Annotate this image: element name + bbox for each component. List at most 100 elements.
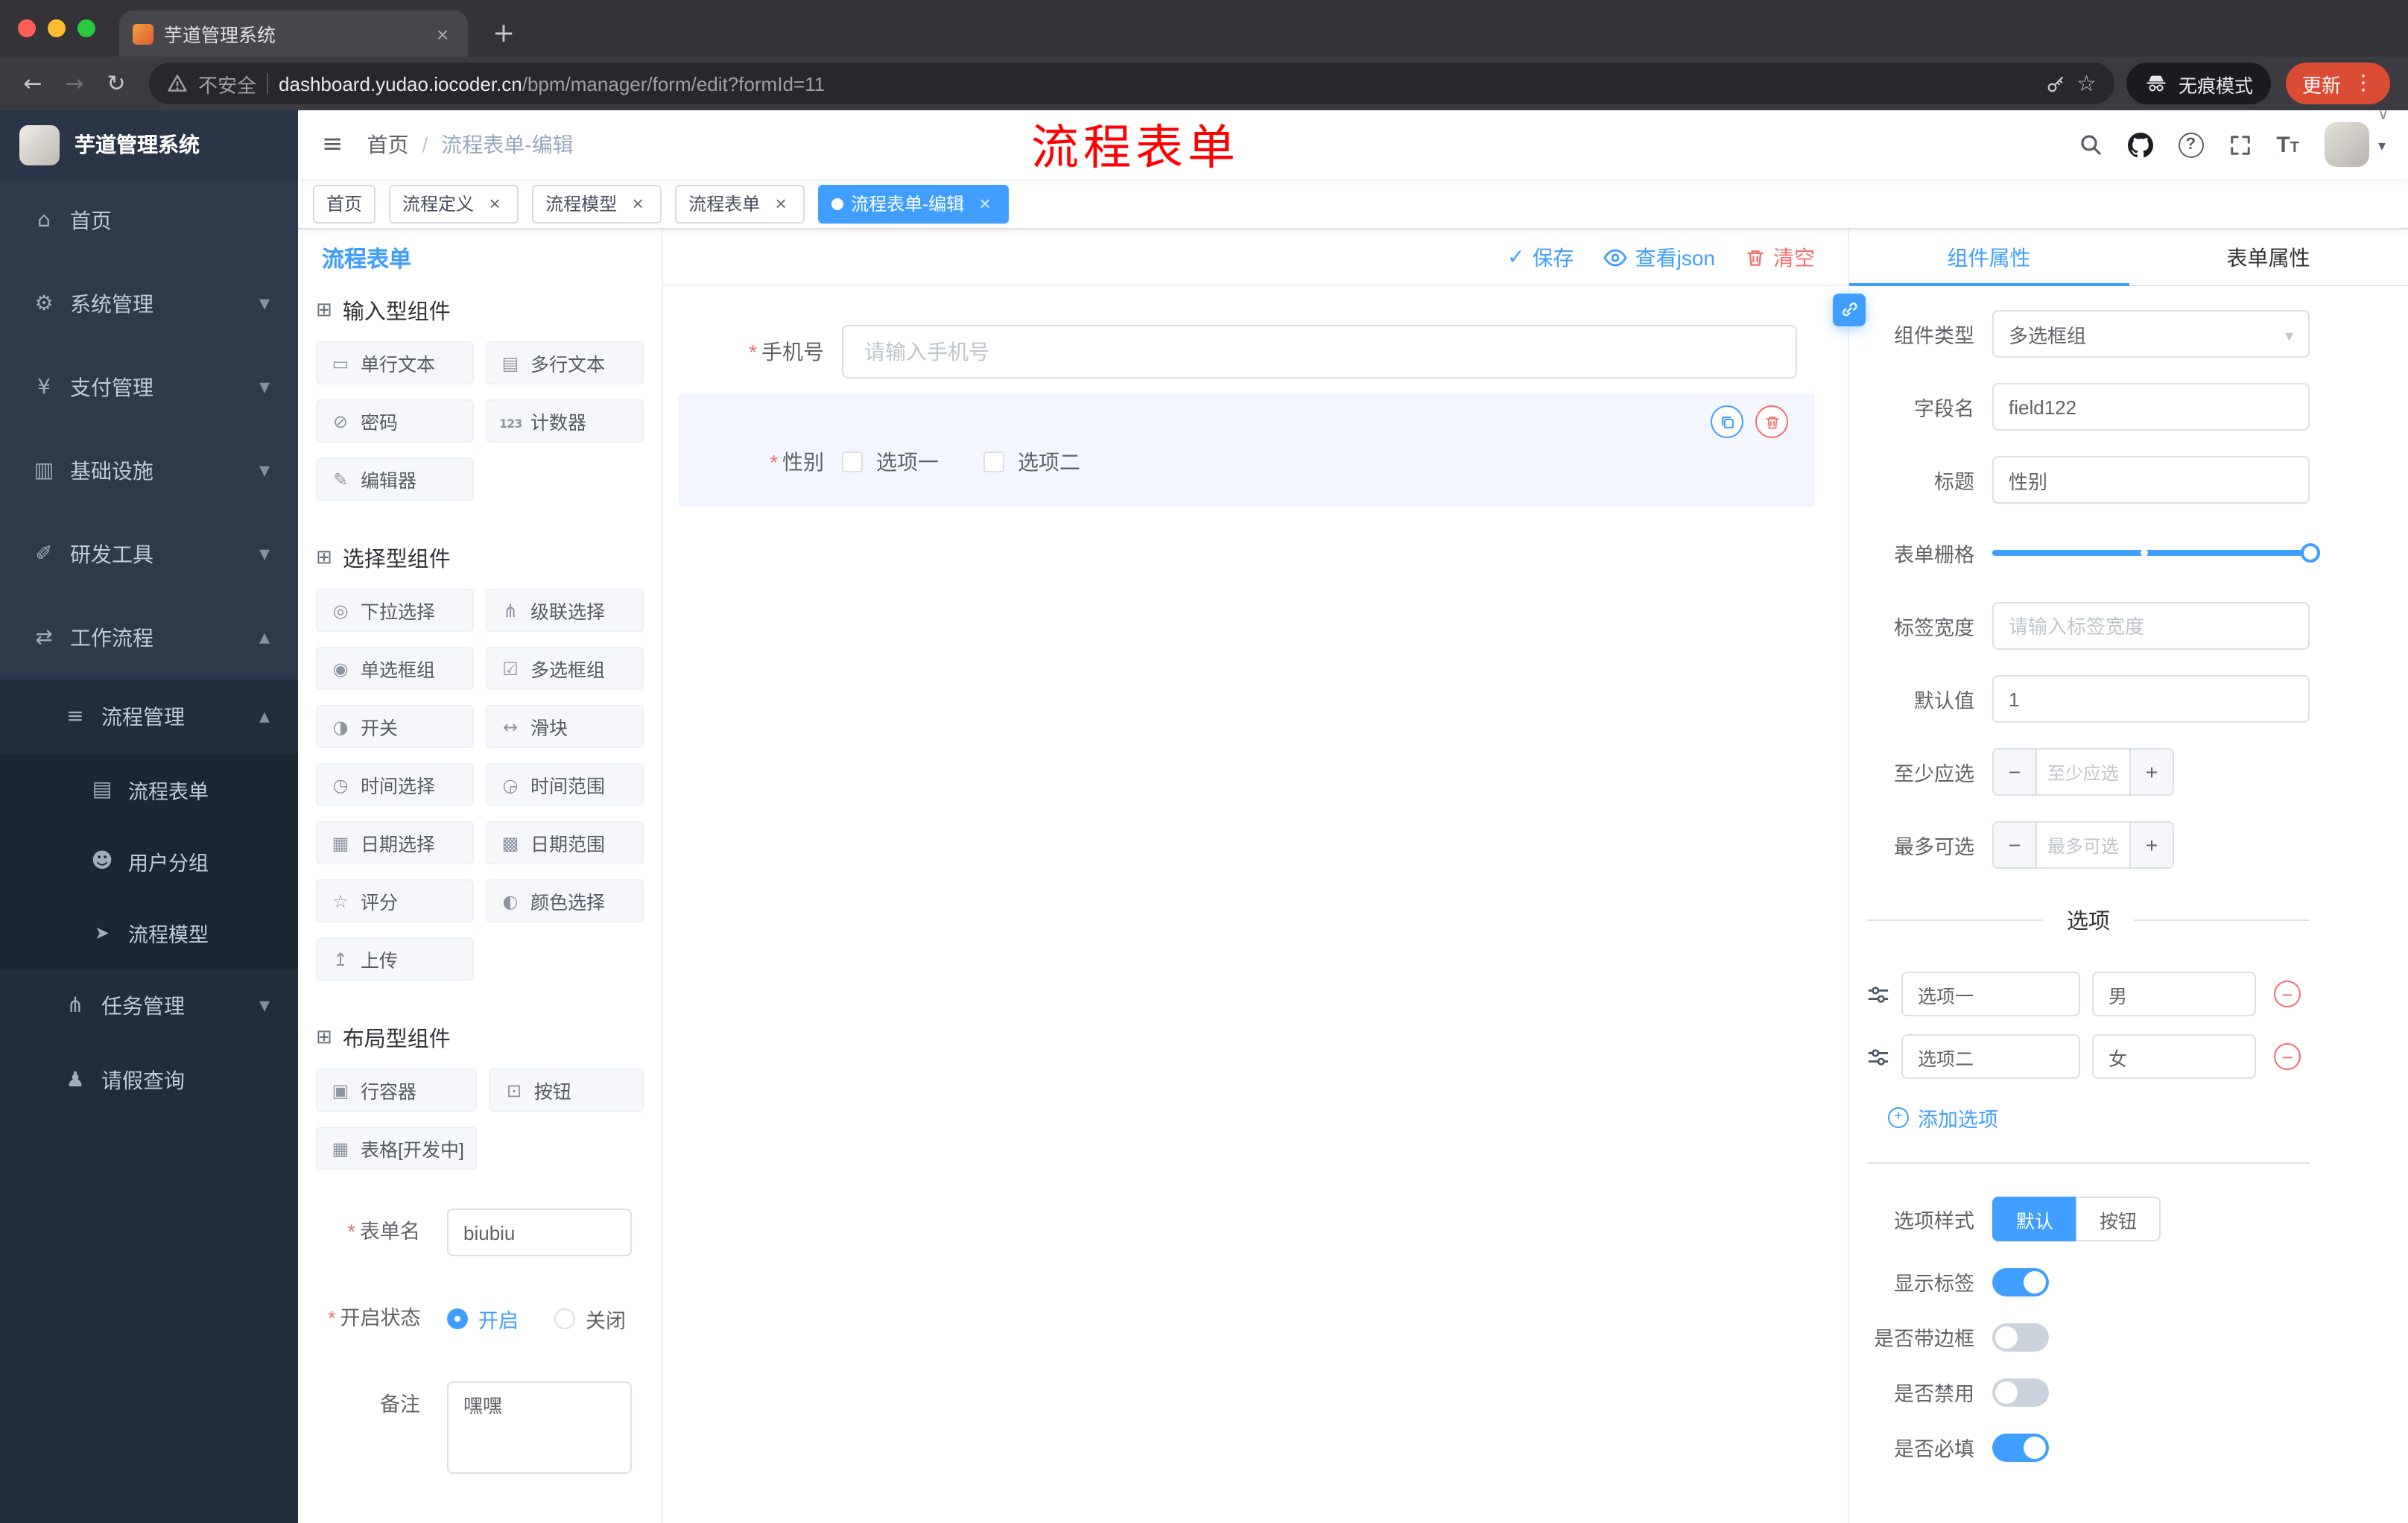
properties-body[interactable]: 组件类型 多选框组 字段名 <box>1849 286 2408 1523</box>
field-name-input[interactable] <box>1992 383 2310 431</box>
decrease-button[interactable] <box>1994 823 2037 867</box>
component-chip[interactable]: 计数器 <box>486 399 644 443</box>
browser-menu-icon[interactable] <box>2353 72 2374 95</box>
slider-handle[interactable] <box>2301 543 2320 563</box>
back-icon[interactable] <box>12 63 54 104</box>
increase-button[interactable] <box>2129 823 2173 867</box>
sidebar-item-payment[interactable]: 支付管理 <box>0 346 298 429</box>
save-button[interactable]: 保存 <box>1507 242 1574 272</box>
component-chip[interactable]: 按钮 <box>489 1068 644 1112</box>
bookmark-star-icon[interactable] <box>2076 70 2097 97</box>
component-chip[interactable]: 密码 <box>316 399 474 443</box>
canvas-body[interactable]: 手机号 <box>663 286 1848 1523</box>
breadcrumb-home[interactable]: 首页 <box>367 130 409 159</box>
security-label[interactable]: 不安全 <box>198 69 256 98</box>
component-chip[interactable]: 上传 <box>316 937 474 981</box>
search-icon[interactable] <box>2078 133 2102 156</box>
label-width-input[interactable] <box>1992 602 2310 650</box>
view-json-button[interactable]: 查看json <box>1604 242 1715 272</box>
checkbox-option-2[interactable]: 选项二 <box>983 447 1080 477</box>
disabled-toggle[interactable] <box>1992 1378 2049 1406</box>
sidebar-item-process-model[interactable]: 流程模型 <box>0 897 298 969</box>
sidebar-item-workflow[interactable]: 工作流程 <box>0 596 298 680</box>
remove-option-button[interactable] <box>2274 981 2301 1007</box>
border-toggle[interactable] <box>1992 1323 2049 1351</box>
chevron-down-icon[interactable] <box>2377 107 2389 124</box>
option-value-input[interactable] <box>2092 1034 2256 1079</box>
close-icon[interactable] <box>627 193 648 214</box>
font-size-icon[interactable]: TT <box>2276 133 2299 156</box>
minimize-window-button[interactable] <box>48 19 66 37</box>
component-chip[interactable]: 多选框组 <box>486 647 644 690</box>
user-menu[interactable] <box>2324 122 2386 167</box>
default-value-input[interactable] <box>1992 675 2310 723</box>
close-window-button[interactable] <box>18 19 36 37</box>
show-label-toggle[interactable] <box>1992 1267 2049 1296</box>
component-chip[interactable]: 级联选择 <box>486 589 644 632</box>
sidebar-item-process-manage[interactable]: 流程管理 <box>0 680 298 754</box>
max-select-value[interactable]: 最多可选 <box>2037 823 2129 867</box>
sidebar-item-infrastructure[interactable]: 基础设施 <box>0 429 298 513</box>
form-remark-textarea[interactable]: 嘿嘿 <box>447 1381 632 1474</box>
tab-form-props[interactable]: 表单属性 <box>2129 229 2408 285</box>
style-button-button[interactable]: 按钮 <box>2076 1197 2161 1241</box>
component-chip[interactable]: 日期范围 <box>486 821 644 864</box>
tab-component-props[interactable]: 组件属性 <box>1849 229 2129 286</box>
add-option-button[interactable]: 添加选项 <box>1888 1103 2310 1133</box>
tag-process-form[interactable]: 流程表单 <box>675 184 805 223</box>
link-badge[interactable] <box>1833 294 1866 326</box>
reload-icon[interactable] <box>95 63 137 104</box>
form-name-input[interactable] <box>447 1209 632 1256</box>
fullscreen-icon[interactable] <box>2228 133 2251 156</box>
checkbox-icon[interactable] <box>983 452 1004 472</box>
radio-closed[interactable]: 关闭 <box>554 1304 626 1334</box>
component-chip[interactable]: 评分 <box>316 879 474 922</box>
github-icon[interactable] <box>2127 132 2153 157</box>
option-label-input[interactable] <box>1901 972 2080 1016</box>
checkbox-icon[interactable] <box>842 452 863 472</box>
selected-widget-gender[interactable]: 性别 选项一 选项二 <box>678 393 1815 507</box>
hamburger-icon[interactable] <box>298 110 367 179</box>
clear-button[interactable]: 清空 <box>1745 242 1815 272</box>
component-chip[interactable]: 表格[开发中] <box>316 1127 478 1170</box>
title-input[interactable] <box>1992 456 2310 504</box>
sidebar-item-system[interactable]: 系统管理 <box>0 262 298 346</box>
help-icon[interactable]: ? <box>2178 132 2204 157</box>
tag-home[interactable]: 首页 <box>313 184 376 223</box>
component-chip[interactable]: 单行文本 <box>316 341 474 384</box>
slider-track[interactable] <box>1992 543 2320 563</box>
option-label-input[interactable] <box>1901 1034 2080 1079</box>
new-tab-button[interactable] <box>483 12 525 54</box>
component-chip[interactable]: 行容器 <box>316 1068 478 1112</box>
component-chip[interactable]: 开关 <box>316 705 474 748</box>
tag-process-model[interactable]: 流程模型 <box>532 184 662 223</box>
close-icon[interactable] <box>770 193 791 214</box>
style-default-button[interactable]: 默认 <box>1992 1197 2078 1241</box>
copy-widget-button[interactable] <box>1711 405 1743 438</box>
component-chip[interactable]: 时间范围 <box>486 763 644 806</box>
drag-handle-icon[interactable] <box>1867 1045 1889 1068</box>
sidebar-item-process-form[interactable]: 流程表单 <box>0 754 298 826</box>
sidebar-item-task-manage[interactable]: 任务管理 <box>0 969 298 1043</box>
min-select-value[interactable]: 至少应选 <box>2037 750 2129 794</box>
decrease-button[interactable] <box>1994 750 2037 794</box>
component-chip[interactable]: 日期选择 <box>316 821 474 864</box>
increase-button[interactable] <box>2129 750 2173 794</box>
component-chip[interactable]: 滑块 <box>486 705 644 748</box>
key-icon[interactable] <box>2044 72 2066 95</box>
required-toggle[interactable] <box>1992 1433 2049 1461</box>
form-grid-slider[interactable] <box>1992 529 2320 577</box>
component-chip[interactable]: 时间选择 <box>316 763 474 806</box>
component-chip[interactable]: 颜色选择 <box>486 879 644 922</box>
sidebar-item-home[interactable]: 首页 <box>0 179 298 262</box>
component-chip[interactable]: 编辑器 <box>316 457 474 501</box>
update-button[interactable]: 更新 <box>2285 63 2390 104</box>
sidebar-item-user-group[interactable]: 用户分组 <box>0 826 298 897</box>
radio-open[interactable]: 开启 <box>447 1304 519 1334</box>
option-value-input[interactable] <box>2092 972 2256 1016</box>
phone-input[interactable] <box>842 325 1797 379</box>
address-bar[interactable]: 不安全 dashboard.yudao.iocoder.cn/bpm/manag… <box>149 63 2114 104</box>
component-chip[interactable]: 单选框组 <box>316 647 474 690</box>
delete-widget-button[interactable] <box>1755 405 1788 438</box>
tag-process-definition[interactable]: 流程定义 <box>389 184 519 223</box>
